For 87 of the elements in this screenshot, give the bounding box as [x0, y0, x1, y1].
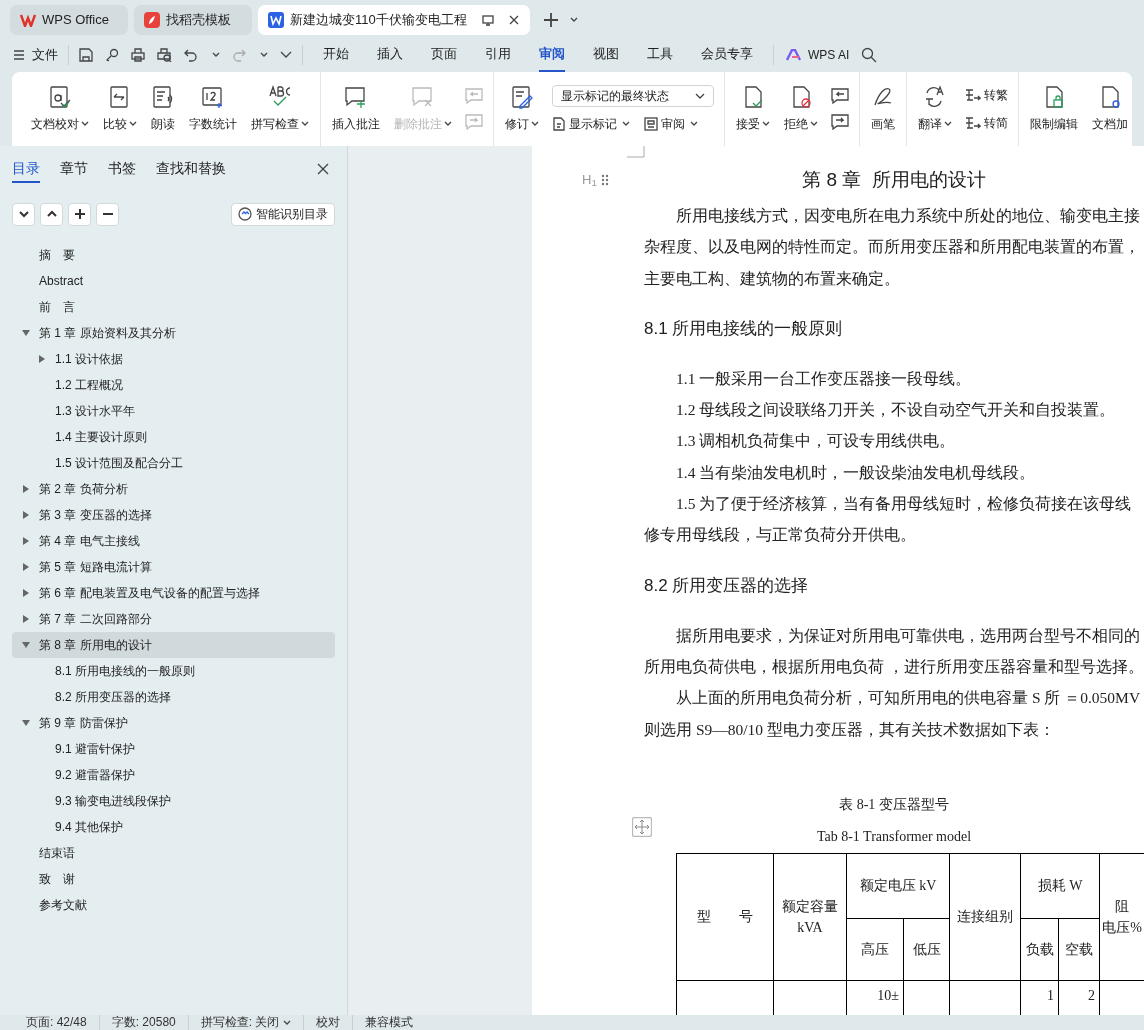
ribbon-button[interactable]: 修订 — [500, 72, 544, 146]
status-item[interactable]: 字数: 20580 — [98, 1015, 188, 1030]
toc-item[interactable]: 前 言 — [12, 294, 335, 320]
toc-item[interactable]: 1.3 设计水平年 — [12, 398, 335, 424]
ribbon-button[interactable]: 文档加 — [1087, 72, 1132, 146]
ribbon-button[interactable]: 限制编辑 — [1025, 72, 1083, 146]
toc-item[interactable]: 9.2 避雷器保护 — [12, 762, 335, 788]
toc-item[interactable]: 1.1 设计依据 — [12, 346, 335, 372]
ribbon-button[interactable]: 插入批注 — [327, 72, 385, 146]
ribbon-button[interactable]: 比较 — [98, 72, 142, 146]
browser-tab[interactable]: WPS Office — [10, 5, 128, 35]
table-header-cell: 额定电压 kV — [846, 853, 950, 919]
paragraph: 1.4 当有柴油发电机时，一般设柴油发电机母线段。 — [675, 462, 1037, 483]
paragraph: 1.2 母线段之间设联络刀开关，不设自动空气开关和自投装置。 — [675, 400, 1117, 421]
table-header-cell: 损耗 W — [1020, 853, 1100, 919]
table-header-cell: 负载 — [1020, 918, 1059, 981]
toc-item[interactable]: 第 9 章 防雷保护 — [12, 710, 335, 736]
toc-item[interactable]: 1.5 设计范围及配合分工 — [12, 450, 335, 476]
toc-item[interactable]: 参考文献 — [12, 892, 335, 918]
status-item[interactable]: 拼写检查: 关闭 — [187, 1015, 304, 1030]
toc-item[interactable]: 第 1 章 原始资料及其分析 — [12, 320, 335, 346]
ribbon-tab[interactable]: 插入 — [377, 38, 403, 72]
browser-tab[interactable]: 新建边城变110千伏输变电工程 — [258, 5, 530, 35]
toc-item[interactable]: 致 谢 — [12, 866, 335, 892]
ribbon-tab[interactable]: 页面 — [431, 38, 457, 72]
panel-tab[interactable]: 目录 — [12, 155, 40, 183]
ribbon-tab[interactable]: 工具 — [647, 38, 673, 72]
ribbon-button[interactable]: 转简 — [965, 114, 1008, 132]
toc-item[interactable]: 摘 要 — [12, 242, 335, 268]
toc-item[interactable]: 第 8 章 所用电的设计 — [12, 632, 335, 658]
browser-tab[interactable]: 找稻壳模板 — [134, 5, 252, 35]
ribbon-button[interactable]: 翻译 — [913, 72, 957, 146]
table-caption: 表 8-1 变压器型号 — [838, 795, 950, 814]
status-item[interactable]: 校对 — [303, 1015, 353, 1030]
table-header-cell: 连接组别 — [949, 853, 1021, 981]
panel-tab[interactable]: 章节 — [60, 155, 88, 183]
toc-item[interactable]: 9.1 避雷针保护 — [12, 736, 335, 762]
ribbon-button[interactable]: 拒绝 — [779, 72, 823, 146]
panel-tab[interactable]: 查找和替换 — [156, 155, 226, 183]
paragraph: 1.5 为了便于经济核算，当有备用母线短时，检修负荷接在该母线 修专用母线段，与正常负荷分开供电。 — [644, 494, 1133, 546]
table-header-cell: 额定容量 kVA — [773, 853, 847, 981]
paragraph: 1.1 一般采用一台工作变压器接一段母线。 — [675, 368, 973, 389]
toc-item[interactable]: 结束语 — [12, 840, 335, 866]
ribbon-button[interactable]: 接受 — [731, 72, 775, 146]
paragraph: 从上面的所用电负荷分析，可知所用电的供电容量 S 所 ＝0.050MV 则选用 S9—80/10 型电力变压器，其有关技术数据如下表： — [644, 688, 1142, 740]
ribbon-button[interactable]: 字数统计 — [184, 72, 242, 146]
wps-ai-button[interactable]: WPS AI — [774, 46, 862, 64]
ribbon-button[interactable]: 转繁 — [965, 86, 1008, 104]
toc-item[interactable]: 1.2 工程概况 — [12, 372, 335, 398]
ribbon-button[interactable]: 画笔 — [866, 72, 900, 146]
toc-item[interactable]: 8.1 所用电接线的一般原则 — [12, 658, 335, 684]
panel-tab[interactable]: 书签 — [108, 155, 136, 183]
ribbon-button[interactable]: 显示标记 — [552, 115, 630, 133]
status-item[interactable]: 兼容模式 — [352, 1015, 426, 1030]
toc-item[interactable]: 9.4 其他保护 — [12, 814, 335, 840]
toc-item[interactable]: 8.2 所用变压器的选择 — [12, 684, 335, 710]
table-header-cell: 型 号 — [676, 853, 774, 981]
paragraph: 1.3 调相机负荷集中，可设专用线供电。 — [675, 431, 957, 452]
toc-item[interactable]: 第 3 章 变压器的选择 — [12, 502, 335, 528]
paragraph: 所用电接线方式，因变电所在电力系统中所处的地位、输变电主接 杂程度、以及电网的特性而定。而所用变压器和所用配电装置的布置， 主要电工构、建筑物的布置来确定。 — [644, 206, 1141, 289]
table-header-cell: 阻 电压% — [1099, 853, 1144, 981]
chapter-title: 第 8 章 所用电的设计 — [801, 168, 987, 192]
section-heading: 8.2 所用变压器的选择 — [644, 574, 810, 597]
status-item[interactable]: 页面: 42/48 — [14, 1015, 99, 1030]
ribbon-tab[interactable]: 开始 — [323, 38, 349, 72]
toc-item[interactable]: 第 5 章 短路电流计算 — [12, 554, 335, 580]
ribbon-button[interactable]: 朗读 — [146, 72, 180, 146]
toc-item[interactable]: 第 6 章 配电装置及电气设备的配置与选择 — [12, 580, 335, 606]
toc-item[interactable]: 9.3 输变电进线段保护 — [12, 788, 335, 814]
paragraph: 据所用电要求，为保证对所用电可靠供电，选用两台型号不相同的 所用电负荷供电，根据所用电负荷 ，进行所用变压器容量和型号选择。 — [644, 625, 1144, 677]
ribbon-button[interactable]: 文档校对 — [26, 72, 94, 146]
toc-item[interactable]: 1.4 主要设计原则 — [12, 424, 335, 450]
toc-item[interactable]: 第 2 章 负荷分析 — [12, 476, 335, 502]
ribbon-tab[interactable]: 会员专享 — [701, 38, 753, 72]
ribbon-button[interactable]: 审阅 — [644, 115, 698, 133]
ribbon-button[interactable]: 拼写检查 — [246, 72, 314, 146]
toc-item[interactable]: 第 4 章 电气主接线 — [12, 528, 335, 554]
table-header-cell: 高压 — [846, 918, 904, 981]
toc-item[interactable]: 第 7 章 二次回路部分 — [12, 606, 335, 632]
section-heading: 8.1 所用电接线的一般原则 — [644, 317, 844, 340]
ribbon-tab[interactable]: 引用 — [485, 38, 511, 72]
markup-dropdown[interactable]: 显示标记的最终状态 — [552, 85, 714, 107]
ribbon-tab[interactable]: 视图 — [593, 38, 619, 72]
smart-toc-button[interactable]: 智能识别目录 — [231, 202, 335, 226]
table-caption: Tab 8-1 Transformer model — [815, 827, 973, 846]
toc-item[interactable]: Abstract — [12, 268, 335, 294]
file-menu[interactable]: 文件 — [14, 45, 69, 65]
